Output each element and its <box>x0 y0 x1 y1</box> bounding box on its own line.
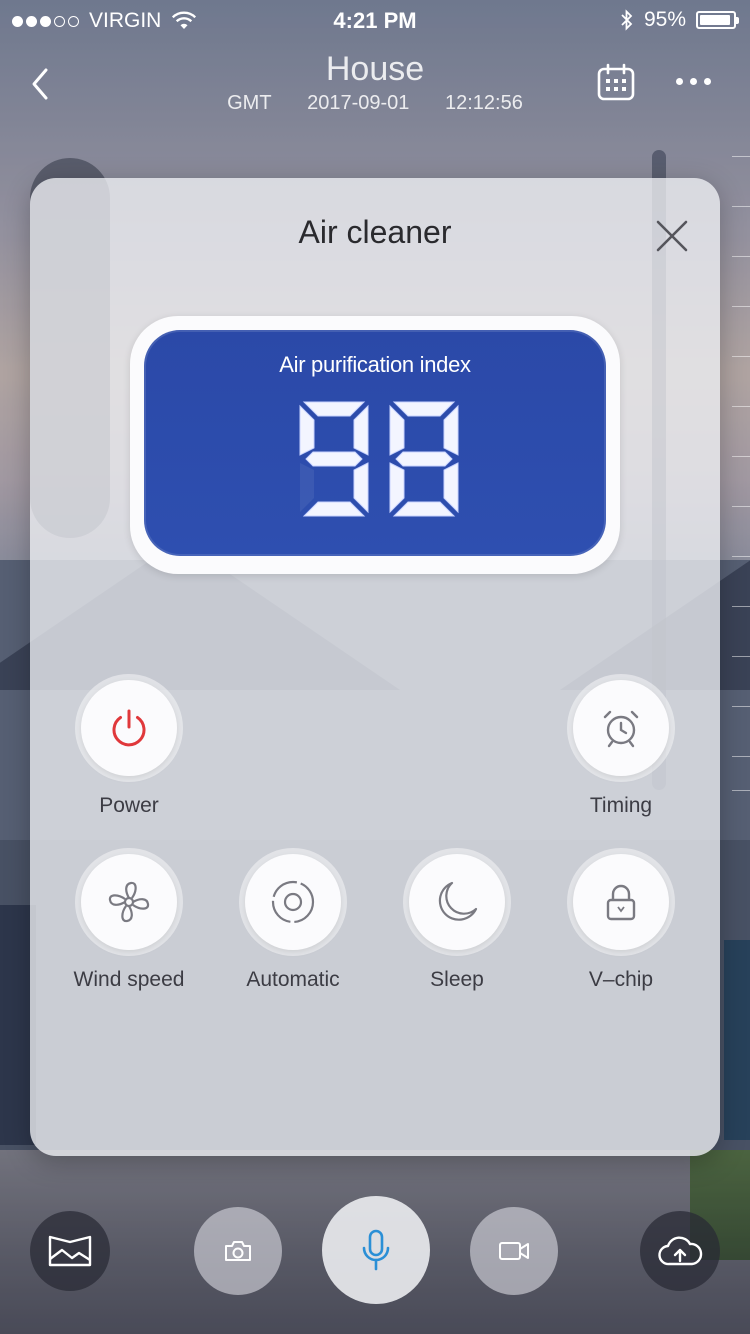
alarm-clock-icon <box>603 710 639 748</box>
calendar-icon[interactable] <box>596 62 636 102</box>
date-label: 2017-09-01 <box>307 92 410 114</box>
lock-icon <box>606 884 636 921</box>
timing-label: Timing <box>589 794 653 817</box>
cloud-button[interactable] <box>640 1211 720 1291</box>
gallery-button[interactable] <box>30 1211 110 1291</box>
status-bar: VIRGIN 4:21 PM 95% <box>0 0 750 40</box>
bluetooth-icon <box>621 9 633 31</box>
nav-header: House GMT 2017-09-01 12:12:56 <box>0 48 750 128</box>
sleep-button[interactable] <box>409 854 505 950</box>
wind-speed-control: Wind speed <box>64 854 194 992</box>
power-button[interactable] <box>81 680 177 776</box>
more-options-icon[interactable] <box>676 78 711 85</box>
wind-speed-button[interactable] <box>81 854 177 950</box>
power-control: Power <box>64 680 194 818</box>
timing-control: Timing <box>556 680 686 818</box>
automatic-button[interactable] <box>245 854 341 950</box>
purification-index-value <box>299 401 459 517</box>
moon-icon <box>438 881 478 921</box>
video-icon <box>499 1242 529 1260</box>
camera-button[interactable] <box>194 1207 282 1295</box>
v-chip-label: V–chip <box>588 968 654 991</box>
timezone-label: GMT <box>227 92 272 114</box>
page-title: House <box>325 50 425 88</box>
wind-speed-label: Wind speed <box>73 968 185 991</box>
video-button[interactable] <box>470 1207 558 1295</box>
power-icon <box>112 709 146 747</box>
close-icon[interactable] <box>654 218 690 254</box>
purification-display: Air purification index <box>130 316 620 574</box>
voice-button[interactable] <box>322 1196 430 1304</box>
v-chip-button[interactable] <box>573 854 669 950</box>
timing-button[interactable] <box>573 680 669 776</box>
header-datetime: GMT 2017-09-01 12:12:56 <box>0 92 750 115</box>
cloud-icon <box>658 1236 703 1266</box>
air-cleaner-dialog: Air cleaner Air purification index Power <box>30 178 720 1156</box>
time-label: 12:12:56 <box>445 92 523 114</box>
fan-icon <box>108 881 150 923</box>
automatic-label: Automatic <box>246 968 340 991</box>
power-label: Power <box>99 794 159 817</box>
purification-index-label: Air purification index <box>279 352 471 377</box>
microphone-icon <box>362 1229 390 1271</box>
battery-percent: 95% <box>643 8 686 31</box>
dialog-title: Air cleaner <box>298 214 452 250</box>
camera-icon <box>225 1241 251 1261</box>
v-chip-control: V–chip <box>556 854 686 992</box>
battery-icon <box>696 11 739 29</box>
automatic-control: Automatic <box>228 854 358 992</box>
gallery-icon <box>48 1235 92 1267</box>
sleep-control: Sleep <box>392 854 522 992</box>
sleep-label: Sleep <box>430 968 484 991</box>
auto-target-icon <box>271 880 315 924</box>
digit-9 <box>299 401 369 517</box>
digit-8 <box>389 401 459 517</box>
